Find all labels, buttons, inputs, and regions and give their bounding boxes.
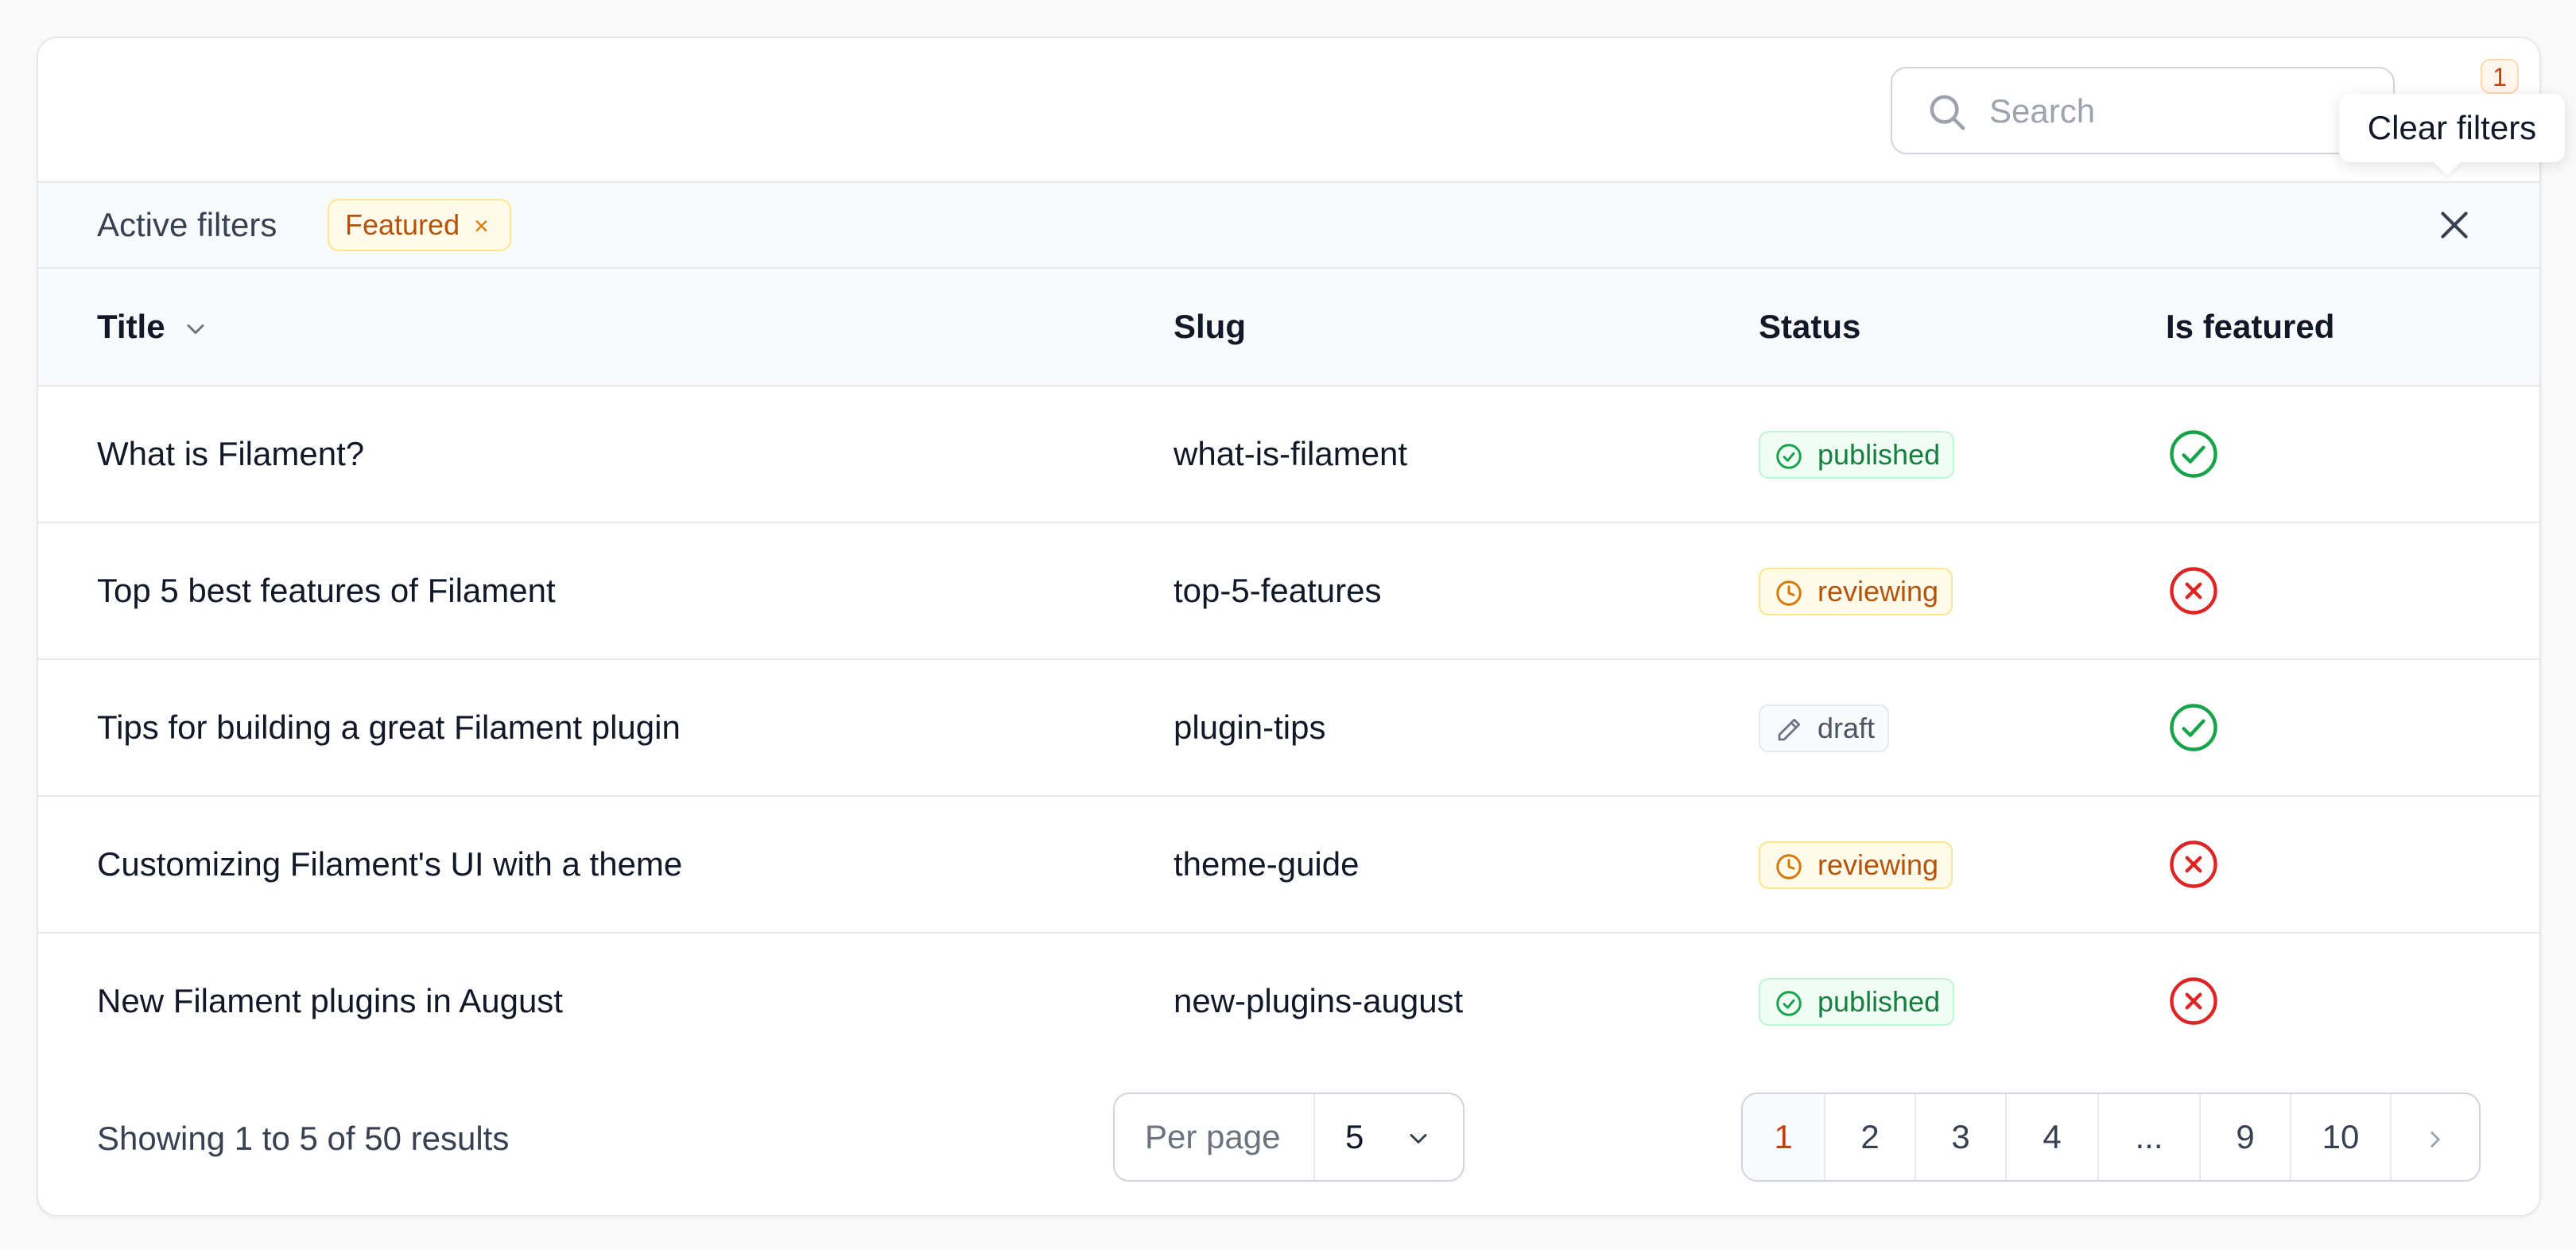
page-button-4[interactable]: 4: [2007, 1094, 2099, 1180]
page-button-3[interactable]: 3: [1916, 1094, 2007, 1180]
row-slug: what-is-filament: [1174, 435, 1408, 472]
page-button-2[interactable]: 2: [1825, 1094, 1916, 1180]
per-page-select[interactable]: Per page 5: [1113, 1093, 1465, 1182]
table-row[interactable]: New Filament plugins in August new-plugi…: [38, 934, 2539, 1070]
filter-chip-label: Featured: [345, 208, 460, 241]
close-icon: [2441, 212, 2468, 239]
search-icon: [1930, 95, 1965, 130]
status-label: published: [1818, 985, 1941, 1018]
x-circle-icon: [2170, 977, 2217, 1025]
row-title: What is Filament?: [97, 435, 365, 472]
search-input[interactable]: [1988, 68, 2372, 154]
table-toolbar: 1: [38, 38, 2539, 183]
page-button-10[interactable]: 10: [2291, 1094, 2392, 1180]
check-circle-icon: [2170, 430, 2217, 478]
pagination: 1 2 3 4 ... 9 10: [1741, 1093, 2481, 1182]
active-filters-bar: Active filters Featured ×: [38, 183, 2539, 269]
page-ellipsis: ...: [2099, 1094, 2201, 1180]
page-button-1[interactable]: 1: [1743, 1094, 1825, 1180]
search-box[interactable]: [1891, 67, 2395, 154]
row-slug: new-plugins-august: [1174, 982, 1464, 1019]
table-footer: Showing 1 to 5 of 50 results Per page 5 …: [38, 1067, 2539, 1215]
check-circle-icon: [1776, 444, 1802, 469]
column-header-slug: Slug: [1174, 308, 1246, 345]
check-circle-icon: [2170, 704, 2217, 751]
per-page-divider: [1313, 1094, 1315, 1180]
pencil-icon: [1778, 718, 1801, 741]
status-label: published: [1818, 438, 1941, 471]
x-circle-icon: [2170, 840, 2217, 888]
status-label: draft: [1818, 712, 1876, 744]
table-row[interactable]: What is Filament? what-is-filament publi…: [38, 386, 2539, 523]
table-row[interactable]: Tips for building a great Filament plugi…: [38, 660, 2539, 797]
check-circle-icon: [1776, 991, 1802, 1016]
row-slug: top-5-features: [1174, 572, 1382, 609]
clear-filters-tooltip: Clear filters: [2339, 94, 2565, 162]
row-title: Top 5 best features of Filament: [97, 572, 556, 609]
filter-chip-featured: Featured ×: [328, 199, 511, 251]
chevron-right-icon: [2431, 1131, 2440, 1147]
column-header-title[interactable]: Title: [97, 269, 210, 385]
column-header-status: Status: [1759, 308, 1861, 345]
chevron-down-icon: [1410, 1134, 1427, 1143]
status-badge: published: [1759, 431, 1955, 479]
row-slug: plugin-tips: [1174, 708, 1326, 746]
filter-count-badge: 1: [2481, 59, 2519, 94]
status-badge: published: [1759, 978, 1955, 1026]
table-card: 1 Active filters Featured × Title Slug St…: [37, 37, 2541, 1217]
table-header: Title Slug Status Is featured: [38, 269, 2539, 386]
row-title: Tips for building a great Filament plugi…: [97, 708, 681, 746]
active-filters-label: Active filters: [97, 206, 277, 243]
row-title: New Filament plugins in August: [97, 982, 563, 1019]
clear-filters-button[interactable]: [2434, 205, 2474, 245]
page-button-9[interactable]: 9: [2201, 1094, 2291, 1180]
status-badge: reviewing: [1759, 841, 1953, 889]
per-page-label: Per page: [1145, 1118, 1281, 1155]
x-circle-icon: [2170, 567, 2217, 615]
status-label: reviewing: [1818, 848, 1939, 881]
row-slug: theme-guide: [1174, 845, 1360, 883]
status-badge: reviewing: [1759, 568, 1953, 615]
status-badge: draft: [1759, 705, 1890, 752]
remove-filter-icon[interactable]: ×: [474, 212, 489, 240]
clock-icon: [1776, 854, 1802, 879]
chevron-down-icon: [187, 324, 204, 334]
row-title: Customizing Filament's UI with a theme: [97, 845, 683, 883]
column-header-featured: Is featured: [2166, 308, 2335, 345]
next-page-button[interactable]: [2392, 1094, 2479, 1180]
table-row[interactable]: Top 5 best features of Filament top-5-fe…: [38, 523, 2539, 660]
results-summary: Showing 1 to 5 of 50 results: [97, 1120, 510, 1157]
status-label: reviewing: [1818, 575, 1939, 608]
column-title-label: Title: [97, 308, 165, 345]
clock-icon: [1776, 580, 1802, 606]
table-row[interactable]: Customizing Filament's UI with a theme t…: [38, 797, 2539, 934]
per-page-value[interactable]: 5: [1345, 1094, 1364, 1180]
